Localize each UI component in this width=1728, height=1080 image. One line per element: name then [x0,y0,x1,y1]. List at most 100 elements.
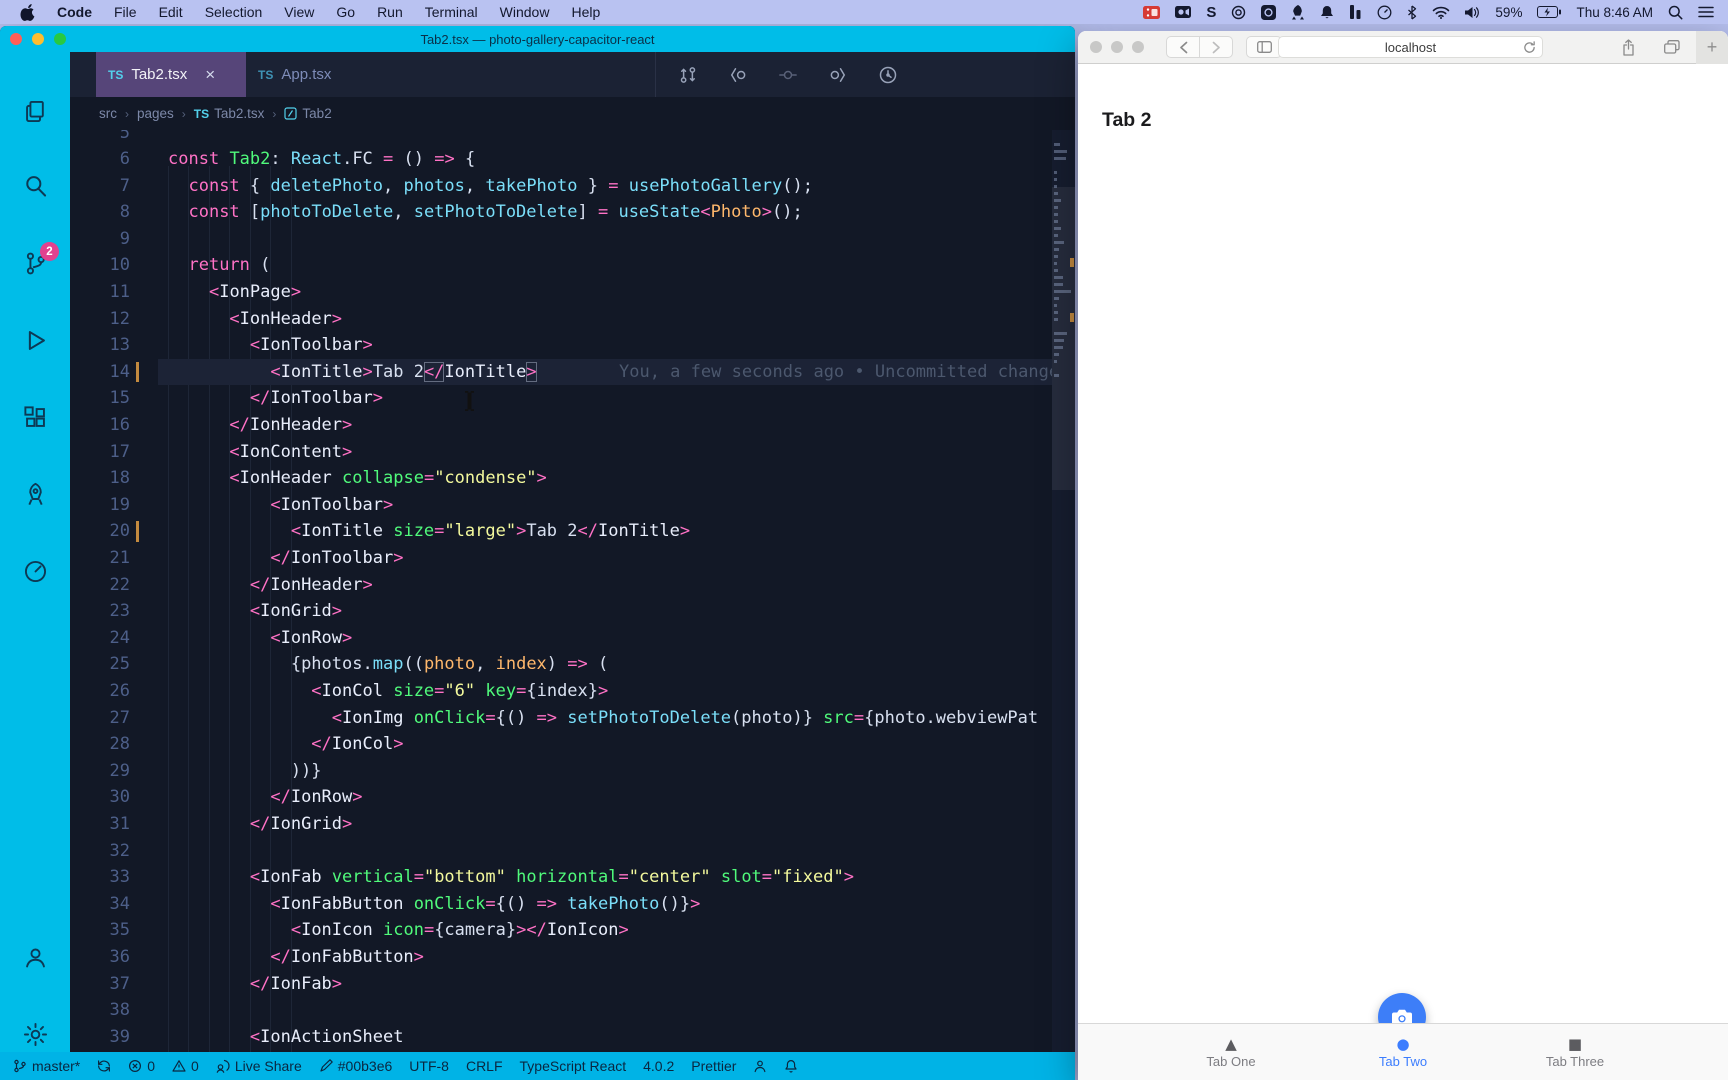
extensions-icon[interactable] [22,404,49,431]
line-number[interactable]: 12 [70,306,130,333]
line-number[interactable]: 37 [70,971,130,998]
line-number[interactable]: 36 [70,944,130,971]
line-number[interactable]: 21 [70,545,130,572]
code-editor[interactable]: 5 6 const Tab2: React.FC = () => {7 const … [70,130,1075,1052]
breadcrumb-item-tab2.tsx[interactable]: TS Tab2.tsx [194,106,265,121]
status-bell[interactable] [784,1059,798,1073]
status-4-0-2[interactable]: 4.0.2 [643,1058,674,1074]
code-line[interactable]: 34 <IonFabButton onClick={() => takePhot… [70,891,1052,918]
code-line[interactable]: 31 </IonGrid> [70,811,1052,838]
status-person[interactable] [753,1059,767,1073]
status--00b3e6[interactable]: #00b3e6 [319,1058,392,1074]
line-number[interactable]: 6 [70,146,130,173]
menu-edit[interactable]: Edit [159,4,183,20]
status-0[interactable]: 0 [128,1058,155,1074]
screen-record-icon[interactable] [1143,5,1161,19]
line-number[interactable]: 38 [70,997,130,1024]
status-crlf[interactable]: CRLF [466,1058,503,1074]
menu-selection[interactable]: Selection [205,4,263,20]
code-line[interactable]: 32 [70,838,1052,865]
menu-view[interactable]: View [284,4,314,20]
volume-icon[interactable] [1465,6,1480,19]
menu-window[interactable]: Window [500,4,550,20]
explorer-icon[interactable] [22,98,49,125]
line-number[interactable]: 29 [70,758,130,785]
menu-app-name[interactable]: Code [57,4,92,20]
tab-tab-two[interactable]: ● Tab Two [1343,1024,1463,1080]
wifi-icon[interactable] [1432,6,1450,19]
status-prettier[interactable]: Prettier [691,1058,736,1074]
breadcrumb-item-tab2[interactable]: Tab2 [284,106,332,121]
previous-change-icon[interactable] [728,65,748,85]
target-icon[interactable] [1231,5,1246,20]
breadcrumb-item-src[interactable]: src [99,106,117,121]
apple-menu-icon[interactable] [20,3,35,21]
code-line[interactable]: 35 <IonIcon icon={camera}></IonIcon> [70,917,1052,944]
menu-help[interactable]: Help [571,4,600,20]
line-number[interactable]: 23 [70,598,130,625]
line-number[interactable]: 10 [70,252,130,279]
code-line[interactable]: 16 </IonHeader> [70,412,1052,439]
share-icon[interactable] [1612,36,1644,58]
notification-bell-icon[interactable] [1320,5,1334,20]
run-debug-icon[interactable] [22,327,49,354]
status-typescript-react[interactable]: TypeScript React [520,1058,627,1074]
line-number[interactable]: 25 [70,651,130,678]
code-line[interactable]: 20 <IonTitle size="large">Tab 2</IonTitl… [70,518,1052,545]
code-line[interactable]: 36 </IonFabButton> [70,944,1052,971]
menu-file[interactable]: File [114,4,137,20]
line-number[interactable]: 27 [70,705,130,732]
line-number[interactable]: 34 [70,891,130,918]
vscode-titlebar[interactable]: Tab2.tsx — photo-gallery-capacitor-react [0,26,1075,52]
line-number[interactable]: 19 [70,492,130,519]
new-tab-button[interactable]: + [1696,31,1728,64]
line-number[interactable]: 32 [70,838,130,865]
open-changes-icon[interactable] [678,65,698,85]
line-number[interactable]: 16 [70,412,130,439]
menu-run[interactable]: Run [377,4,403,20]
zoom-window-button[interactable] [54,33,66,45]
line-number[interactable]: 22 [70,572,130,599]
forward-button[interactable] [1199,36,1233,58]
status-0[interactable]: 0 [172,1058,199,1074]
code-line[interactable]: 11 <IonPage> [70,279,1052,306]
next-change-icon[interactable] [828,65,848,85]
line-number[interactable]: 28 [70,731,130,758]
line-number[interactable]: 17 [70,439,130,466]
line-number[interactable]: 13 [70,332,130,359]
code-line[interactable]: 19 <IonToolbar> [70,492,1052,519]
status-master-[interactable]: master* [13,1058,80,1074]
line-number[interactable]: 18 [70,465,130,492]
remote-rocket-icon[interactable] [22,481,49,508]
line-number[interactable]: 9 [70,226,130,253]
code-line[interactable]: 33 <IonFab vertical="bottom" horizontal=… [70,864,1052,891]
code-line[interactable]: 15 </IonToolbar> [70,385,1052,412]
tab-tab-three[interactable]: ■ Tab Three [1515,1024,1635,1080]
line-number[interactable]: 11 [70,279,130,306]
code-line[interactable]: 9 [70,226,1052,253]
code-line[interactable]: 13 <IonToolbar> [70,332,1052,359]
tab-tab-one[interactable]: ▲ Tab One [1171,1024,1291,1080]
code-line[interactable]: 30 </IonRow> [70,784,1052,811]
status-utf-8[interactable]: UTF-8 [409,1058,449,1074]
settings-gear-icon[interactable] [22,1021,49,1048]
line-number[interactable]: 7 [70,173,130,200]
code-line[interactable]: 6 const Tab2: React.FC = () => { [70,146,1052,173]
code-line[interactable]: 8 const [photoToDelete, setPhotoToDelete… [70,199,1052,226]
close-window-button[interactable] [1090,41,1102,53]
line-number[interactable]: 20 [70,518,130,545]
spotlight-search-icon[interactable] [1668,5,1683,20]
code-line[interactable]: 27 <IonImg onClick={() => setPhotoToDele… [70,705,1052,732]
gauge-icon[interactable] [22,558,49,585]
code-line[interactable]: 5 [70,130,1052,146]
search-icon[interactable] [22,173,49,200]
code-line[interactable]: 37 </IonFab> [70,971,1052,998]
menu-terminal[interactable]: Terminal [425,4,478,20]
close-window-button[interactable] [10,33,22,45]
code-line[interactable]: 18 <IonHeader collapse="condense"> [70,465,1052,492]
minimize-window-button[interactable] [32,33,44,45]
code-line[interactable]: 28 </IonCol> [70,731,1052,758]
breadcrumb-item-pages[interactable]: pages [137,106,174,121]
line-number[interactable]: 39 [70,1024,130,1051]
code-line[interactable]: 39 <IonActionSheet [70,1024,1052,1051]
